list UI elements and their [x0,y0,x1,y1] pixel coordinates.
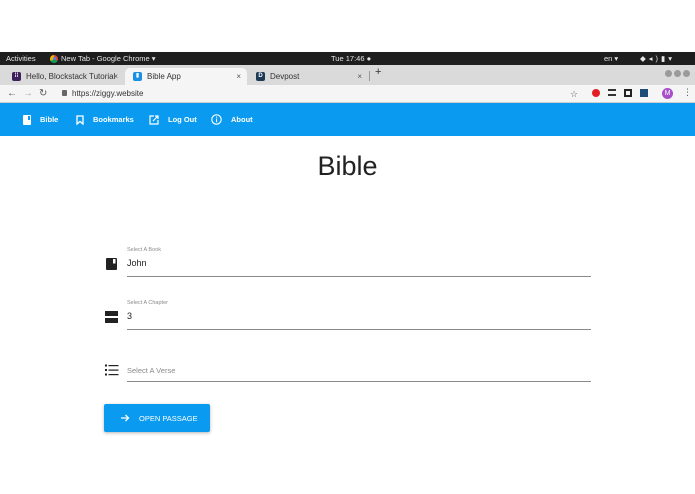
nav-about-label: About [231,115,253,124]
system-tray[interactable]: ◆◂)▮▾ [640,53,675,64]
open-passage-button[interactable]: OPEN PASSAGE [104,404,210,432]
verse-select-placeholder: Select A Verse [127,366,176,375]
book-select-label: Select A Book [127,247,161,253]
bookmark-icon [76,114,84,125]
book-select[interactable]: Select A Book John [127,247,591,277]
lock-icon [62,90,67,96]
app-nav-bar: Bible Bookmarks Log Out About [0,103,695,136]
opera-extension-icon[interactable] [592,89,600,97]
minimize-window-icon[interactable] [665,70,672,77]
nav-bookmarks[interactable]: Bookmarks [76,103,134,136]
tab-close-icon[interactable]: × [357,72,362,81]
system-top-bar: Activities New Tab - Google Chrome ▾ Tue… [0,52,695,65]
maximize-window-icon[interactable] [674,70,681,77]
list-icon [105,364,119,376]
verse-select[interactable]: Select A Verse [127,366,591,382]
chapter-select-value: 3 [127,311,133,321]
system-clock[interactable]: Tue 17:46 ● [331,53,371,64]
arrow-right-icon [121,414,130,422]
active-app-label: New Tab - Google Chrome ▾ [61,54,156,63]
address-bar-url[interactable]: https://ziggy.website [72,89,143,98]
active-app-menu[interactable]: New Tab - Google Chrome ▾ [50,53,156,64]
language-indicator[interactable]: en ▾ [604,53,618,64]
nav-bible[interactable]: Bible [23,103,58,136]
browser-toolbar: ← → ↻ https://ziggy.website ☆ M ⋮ [0,85,695,103]
profile-avatar[interactable]: M [662,88,673,99]
tab-blockstack-tutorial[interactable]: ⁞⁞ Hello, Blockstack Tutorial × [4,68,124,85]
close-window-icon[interactable] [683,70,690,77]
tab-divider [369,71,370,81]
nav-about[interactable]: About [211,103,253,136]
chapter-select-label: Select A Chapter [127,300,168,306]
devpost-favicon-icon: D [256,72,265,81]
tab-bible-app[interactable]: ▮ Bible App × [125,68,247,85]
tab-close-icon[interactable]: × [113,72,118,81]
chapter-icon [105,311,118,323]
nav-log-out-label: Log Out [168,115,197,124]
wifi-icon: ◆ [640,54,649,63]
tab-label: Hello, Blockstack Tutorial [26,72,116,81]
info-icon [211,114,222,125]
chapter-select[interactable]: Select A Chapter 3 [127,300,591,330]
bible-favicon-icon: ▮ [133,72,142,81]
browser-tab-strip: ⁞⁞ Hello, Blockstack Tutorial × ▮ Bible … [0,65,695,85]
tab-label: Devpost [270,72,300,81]
tab-label: Bible App [147,72,181,81]
tab-close-icon[interactable]: × [236,72,241,81]
blockstack-favicon-icon: ⁞⁞ [12,72,21,81]
volume-icon: ◂) [648,54,662,63]
capture-extension-icon[interactable] [624,89,632,97]
page-title: Bible [317,151,378,181]
nav-log-out[interactable]: Log Out [149,103,197,136]
browser-menu-icon[interactable]: ⋮ [683,87,692,98]
book-icon [106,258,117,270]
nav-bible-label: Bible [40,115,59,124]
book-select-value: John [127,258,147,268]
logout-icon [149,114,159,125]
new-tab-button[interactable]: + [375,66,381,78]
chrome-icon [50,54,58,63]
back-arrow-icon[interactable]: ← [7,87,17,101]
book-icon [23,114,31,125]
tab-devpost[interactable]: D Devpost × [248,68,368,85]
forward-arrow-icon[interactable]: → [23,87,33,101]
reload-icon[interactable]: ↻ [39,87,47,101]
open-passage-label: OPEN PASSAGE [139,413,198,423]
blue-extension-icon[interactable] [640,89,648,97]
desktop-screen: Activities New Tab - Google Chrome ▾ Tue… [0,52,695,443]
nav-bookmarks-label: Bookmarks [93,115,134,124]
reader-extension-icon[interactable] [608,89,616,96]
activities-button[interactable]: Activities [6,53,36,64]
chevron-down-icon: ▾ [668,54,675,63]
bookmark-star-icon[interactable]: ☆ [570,87,578,101]
